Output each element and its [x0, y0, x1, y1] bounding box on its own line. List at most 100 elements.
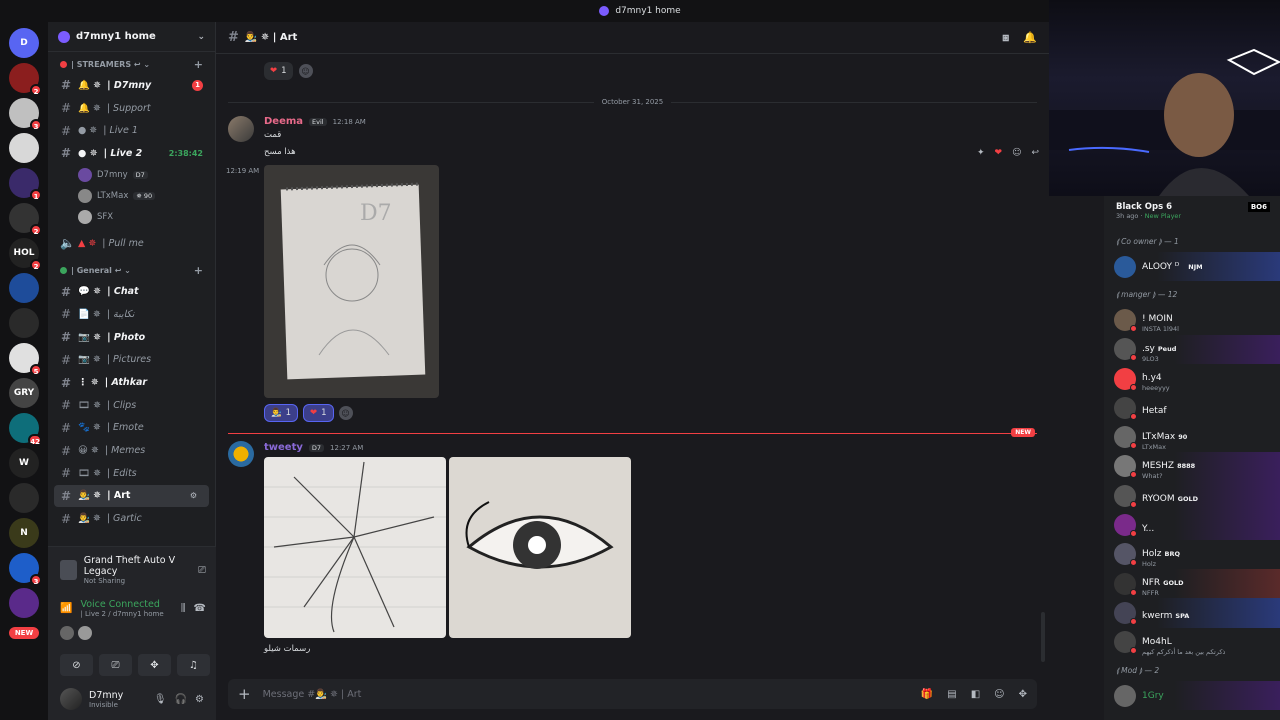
sticker-icon[interactable]: ◧: [971, 689, 980, 700]
add-attachment-icon[interactable]: +: [238, 685, 251, 703]
channel-item[interactable]: # 💬 ✵ | Chat: [48, 280, 215, 303]
channel-settings-icon[interactable]: ⚙: [190, 491, 197, 500]
emoji-icon[interactable]: ☺: [994, 689, 1004, 700]
member-item[interactable]: Holz BRQ Holz: [1104, 540, 1280, 569]
channel-item[interactable]: # ● ✵ | Live 1: [48, 119, 215, 142]
screen-share-button[interactable]: ⎚: [99, 654, 132, 676]
voice-user[interactable]: LTxMax ✵ 90: [48, 186, 215, 207]
new-badge[interactable]: NEW: [8, 627, 40, 639]
server-icon[interactable]: [9, 308, 39, 338]
member-item[interactable]: ALOOY ᴰ NJM: [1104, 252, 1280, 282]
server-icon[interactable]: D: [9, 28, 39, 58]
server-icon[interactable]: 3: [9, 98, 42, 131]
channel-item[interactable]: # 👨‍🎨 ✵ | Gartic: [48, 507, 215, 530]
channel-pull-me[interactable]: 🔈 ▲ ✵ | Pull me: [48, 232, 215, 255]
channel-item[interactable]: # 🎞 ✵ | Edits: [48, 462, 215, 485]
server-header[interactable]: d7mny1 home ⌄: [48, 22, 215, 52]
noise-suppression-icon[interactable]: ⫼: [181, 603, 186, 614]
reaction-heart[interactable]: ❤ 1: [303, 404, 334, 422]
channel-item[interactable]: # 🐾 ✵ | Emote: [48, 417, 215, 440]
avatar[interactable]: [60, 688, 82, 710]
headphones-icon[interactable]: 🎧: [175, 694, 187, 705]
camera-off-button[interactable]: ⊘: [60, 654, 93, 676]
member-item[interactable]: NFR GOLD NFFR: [1104, 568, 1280, 599]
server-icon[interactable]: 3: [9, 553, 42, 586]
channel-item[interactable]: # 😀 ✵ | Memes: [48, 439, 215, 462]
apps-icon[interactable]: ✥: [1019, 689, 1027, 700]
reaction-icon[interactable]: ✦: [977, 148, 985, 158]
member-item[interactable]: Hetaf: [1104, 393, 1280, 422]
reaction-artist[interactable]: 👨‍🎨 1: [264, 404, 299, 422]
server-icon[interactable]: [9, 588, 39, 618]
server-icon[interactable]: [9, 483, 39, 513]
avatar[interactable]: [60, 626, 74, 640]
channel-item[interactable]: # ⋮ ✵ | Athkar: [48, 371, 215, 394]
gif-icon[interactable]: ▤: [947, 689, 956, 700]
member-item[interactable]: kwerm SPA: [1104, 598, 1280, 628]
member-item[interactable]: h.y4 heeeyyy: [1104, 364, 1280, 393]
add-channel-icon[interactable]: +: [194, 58, 203, 71]
disconnect-icon[interactable]: ☎: [194, 603, 206, 614]
server-icon[interactable]: W: [9, 448, 39, 478]
game-activity-card[interactable]: Black Ops 6 3h ago · New Player BO6: [1104, 196, 1280, 228]
member-item[interactable]: Y...: [1104, 510, 1280, 540]
channel-item[interactable]: # 📷 ✵ | Pictures: [48, 349, 215, 372]
member-item[interactable]: 1Gry: [1104, 680, 1280, 711]
category-streamers[interactable]: | STREAMERS ↩ ⌄ +: [48, 54, 215, 74]
server-icon[interactable]: 1: [9, 168, 42, 201]
emoji-icon[interactable]: ☺: [1012, 148, 1021, 158]
server-icon[interactable]: 2: [9, 63, 42, 96]
channel-item[interactable]: # 📄 ✵ | نكايبة: [48, 303, 215, 326]
avatar[interactable]: [78, 626, 92, 640]
server-icon[interactable]: N: [9, 518, 39, 548]
member-item[interactable]: ! MOIN INSTA 1l94l: [1104, 305, 1280, 334]
bell-icon[interactable]: 🔔: [1023, 31, 1037, 45]
activities-button[interactable]: ✥: [138, 654, 171, 676]
server-icon[interactable]: [9, 133, 39, 163]
member-item[interactable]: Mo4hL ذكرتكم بين بعد ما أذكركم كيهم: [1104, 628, 1280, 657]
server-icon[interactable]: GRY: [9, 378, 39, 408]
channel-item[interactable]: # ● ✵ | Live 2 2:38:42: [48, 142, 215, 165]
voice-user[interactable]: D7mny D7: [48, 165, 215, 186]
server-icon[interactable]: 5: [9, 343, 42, 376]
art-image-eye[interactable]: [449, 457, 631, 638]
voice-location[interactable]: | Live 2 / d7mny1 home: [80, 610, 163, 618]
add-reaction-icon[interactable]: ☺: [298, 64, 313, 78]
heart-icon[interactable]: ❤: [995, 148, 1003, 158]
message-composer[interactable]: + Message #👨‍🎨 ✵ | Art 🎁 ▤ ◧ ☺ ✥: [228, 679, 1037, 709]
member-item[interactable]: LTxMax 90 LTxMax: [1104, 422, 1280, 451]
avatar[interactable]: [228, 441, 254, 467]
voice-status-label[interactable]: Voice Connected: [80, 599, 163, 610]
member-item[interactable]: .sy Peud 9LO3: [1104, 334, 1280, 364]
microphone-icon[interactable]: 🎙: [154, 694, 167, 705]
screen-share-icon[interactable]: ⎚: [198, 565, 206, 576]
voice-user[interactable]: SFX: [48, 207, 215, 228]
category-general[interactable]: | General ↩ ⌄ +: [48, 260, 215, 280]
channel-item[interactable]: # 📷 ✵ | Photo: [48, 326, 215, 349]
message-author[interactable]: Deema: [264, 116, 303, 127]
chevron-down-icon[interactable]: ⌄: [197, 32, 205, 42]
member-item[interactable]: RYOOM GOLD: [1104, 481, 1280, 511]
art-image-flower[interactable]: [264, 457, 446, 638]
channel-item[interactable]: # 👨‍🎨 ✵ | Art ⚙: [54, 484, 209, 508]
scrollbar[interactable]: [1041, 612, 1045, 662]
gift-icon[interactable]: 🎁: [921, 689, 933, 700]
member-item[interactable]: MESHZ 8888 What?: [1104, 451, 1280, 482]
channel-item[interactable]: # 🔔 ✵ | D7mny 1: [48, 74, 215, 97]
reply-icon[interactable]: ↩: [1031, 148, 1039, 158]
threads-icon[interactable]: ⧆: [1002, 31, 1009, 45]
reaction-heart[interactable]: ❤ 1: [264, 62, 293, 80]
channel-item[interactable]: # 🎞 ✵ | Clips: [48, 394, 215, 417]
server-icon[interactable]: 42: [9, 413, 42, 446]
activity-card[interactable]: Grand Theft Auto V Legacy Not Sharing ⎚: [48, 547, 216, 585]
message-input[interactable]: Message #👨‍🎨 ✵ | Art: [263, 689, 362, 700]
server-icon[interactable]: [9, 273, 39, 303]
avatar[interactable]: [228, 116, 254, 142]
server-icon[interactable]: HOL 2: [9, 238, 42, 271]
add-reaction-icon[interactable]: ☺: [338, 406, 353, 420]
settings-gear-icon[interactable]: ⚙: [195, 694, 204, 705]
server-icon[interactable]: 2: [9, 203, 42, 236]
add-channel-icon[interactable]: +: [194, 264, 203, 277]
channel-item[interactable]: # 🔔 ✵ | Support: [48, 97, 215, 120]
soundboard-button[interactable]: ♫: [177, 654, 210, 676]
